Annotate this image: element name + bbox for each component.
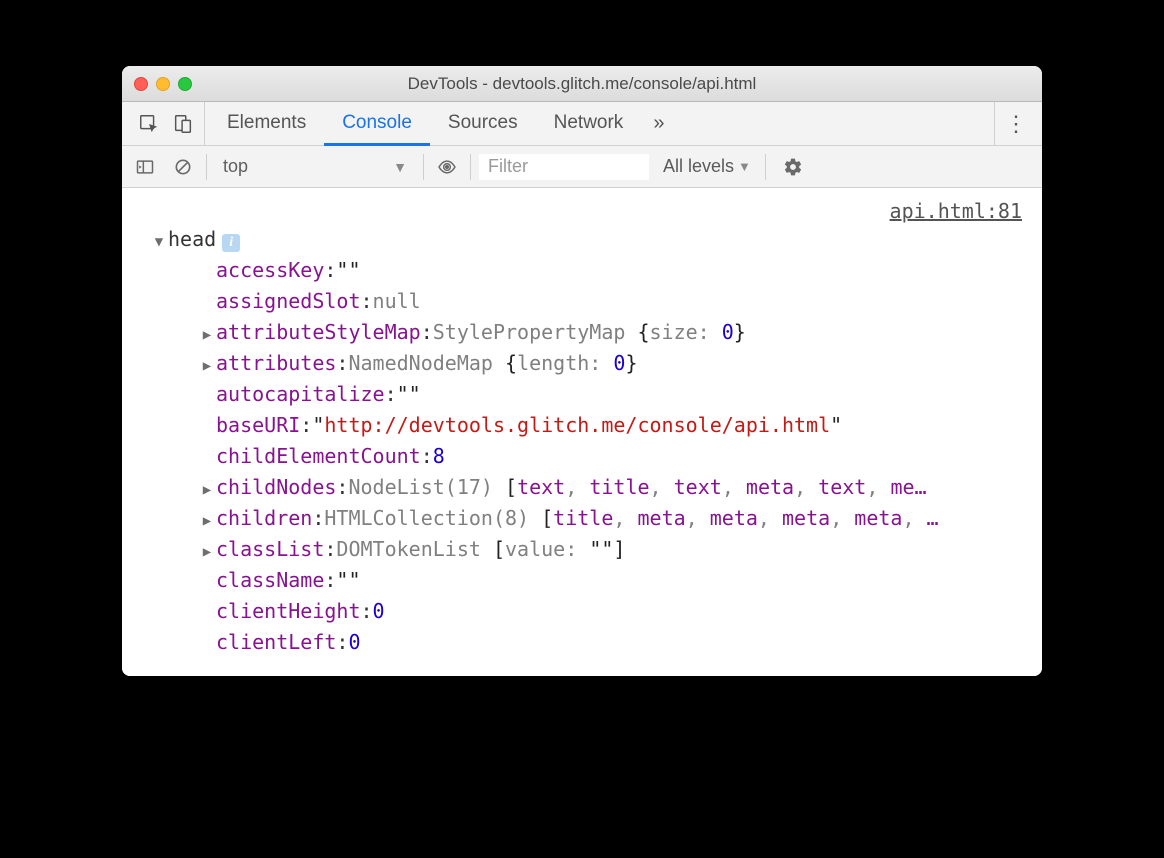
property-value: null <box>373 286 421 317</box>
property-value: NodeList(17) [text, title, text, meta, t… <box>348 472 926 503</box>
property-row: assignedSlot: null <box>152 286 1042 317</box>
traffic-lights <box>134 77 192 91</box>
property-key: assignedSlot <box>216 286 361 317</box>
object-root-row[interactable]: head i <box>152 224 1042 255</box>
clear-console-icon[interactable] <box>168 152 198 182</box>
property-row[interactable]: attributes: NamedNodeMap {length: 0} <box>152 348 1042 379</box>
minimize-window-button[interactable] <box>156 77 170 91</box>
console-settings-icon[interactable] <box>778 152 808 182</box>
property-value: 0 <box>348 627 360 658</box>
colon: : <box>300 410 312 441</box>
property-row: clientLeft: 0 <box>152 627 1042 658</box>
disclosure-triangle-closed-icon[interactable] <box>200 511 214 533</box>
colon: : <box>421 317 433 348</box>
levels-label: All levels <box>663 156 734 177</box>
log-levels-selector[interactable]: All levels ▼ <box>657 156 757 177</box>
filter-input[interactable] <box>479 154 649 180</box>
colon: : <box>324 534 336 565</box>
live-expression-icon[interactable] <box>432 152 462 182</box>
object-name: head <box>168 224 216 255</box>
disclosure-triangle-closed-icon[interactable] <box>200 480 214 502</box>
property-row[interactable]: attributeStyleMap: StylePropertyMap {siz… <box>152 317 1042 348</box>
source-link[interactable]: api.html:81 <box>890 196 1022 227</box>
property-key: childNodes <box>216 472 336 503</box>
panel-tabbar: Elements Console Sources Network » ⋮ <box>122 102 1042 146</box>
divider <box>206 154 207 180</box>
console-output: api.html:81 head i accessKey: ""assigned… <box>122 188 1042 676</box>
colon: : <box>421 441 433 472</box>
property-key: attributes <box>216 348 336 379</box>
tab-network[interactable]: Network <box>536 102 642 146</box>
divider <box>423 154 424 180</box>
colon: : <box>324 565 336 596</box>
titlebar: DevTools - devtools.glitch.me/console/ap… <box>122 66 1042 102</box>
colon: : <box>361 286 373 317</box>
property-value: HTMLCollection(8) [title, meta, meta, me… <box>324 503 938 534</box>
close-window-button[interactable] <box>134 77 148 91</box>
device-toolbar-icon[interactable] <box>166 102 200 146</box>
colon: : <box>361 596 373 627</box>
property-row: childElementCount: 8 <box>152 441 1042 472</box>
context-value: top <box>223 156 248 177</box>
disclosure-triangle-open-icon[interactable] <box>152 232 166 254</box>
property-value: 8 <box>433 441 445 472</box>
property-key: accessKey <box>216 255 324 286</box>
property-value: StylePropertyMap {size: 0} <box>433 317 746 348</box>
property-key: children <box>216 503 312 534</box>
disclosure-triangle-closed-icon[interactable] <box>200 542 214 564</box>
property-value: "" <box>397 379 421 410</box>
zoom-window-button[interactable] <box>178 77 192 91</box>
property-row: clientHeight: 0 <box>152 596 1042 627</box>
property-row[interactable]: children: HTMLCollection(8) [title, meta… <box>152 503 1042 534</box>
property-key: autocapitalize <box>216 379 385 410</box>
divider <box>470 154 471 180</box>
property-value: DOMTokenList [value: ""] <box>336 534 625 565</box>
console-toolbar: top ▼ All levels ▼ <box>122 146 1042 188</box>
tab-elements[interactable]: Elements <box>209 102 324 146</box>
logged-object: head i accessKey: ""assignedSlot: nullat… <box>122 196 1042 658</box>
devtools-window: DevTools - devtools.glitch.me/console/ap… <box>122 66 1042 676</box>
property-row: autocapitalize: "" <box>152 379 1042 410</box>
colon: : <box>324 255 336 286</box>
colon: : <box>385 379 397 410</box>
inspect-element-icon[interactable] <box>132 102 166 146</box>
tabs-overflow-button[interactable]: » <box>641 102 676 145</box>
property-row[interactable]: classList: DOMTokenList [value: ""] <box>152 534 1042 565</box>
property-key: clientHeight <box>216 596 361 627</box>
colon: : <box>312 503 324 534</box>
property-value: 0 <box>373 596 385 627</box>
tab-console[interactable]: Console <box>324 102 430 146</box>
tab-sources[interactable]: Sources <box>430 102 536 146</box>
property-row: baseURI: "http://devtools.glitch.me/cons… <box>152 410 1042 441</box>
property-row[interactable]: childNodes: NodeList(17) [text, title, t… <box>152 472 1042 503</box>
context-selector[interactable]: top ▼ <box>215 154 415 179</box>
colon: : <box>336 472 348 503</box>
property-key: className <box>216 565 324 596</box>
disclosure-triangle-closed-icon[interactable] <box>200 356 214 378</box>
property-list: accessKey: ""assignedSlot: nullattribute… <box>152 255 1042 658</box>
property-key: baseURI <box>216 410 300 441</box>
property-value: "" <box>336 255 360 286</box>
property-row: accessKey: "" <box>152 255 1042 286</box>
property-value: NamedNodeMap {length: 0} <box>348 348 637 379</box>
more-options-icon[interactable]: ⋮ <box>1005 111 1026 137</box>
colon: : <box>336 348 348 379</box>
info-badge-icon[interactable]: i <box>222 234 240 252</box>
property-key: clientLeft <box>216 627 336 658</box>
property-value: "http://devtools.glitch.me/console/api.h… <box>312 410 842 441</box>
colon: : <box>336 627 348 658</box>
property-key: childElementCount <box>216 441 421 472</box>
window-title: DevTools - devtools.glitch.me/console/ap… <box>122 74 1042 94</box>
property-key: attributeStyleMap <box>216 317 421 348</box>
toggle-sidebar-icon[interactable] <box>130 152 160 182</box>
property-value: "" <box>336 565 360 596</box>
disclosure-triangle-closed-icon[interactable] <box>200 325 214 347</box>
property-key: classList <box>216 534 324 565</box>
dropdown-arrow-icon: ▼ <box>738 159 751 174</box>
tabbar-right-tools: ⋮ <box>994 102 1036 145</box>
dropdown-arrow-icon: ▼ <box>393 159 407 175</box>
tabbar-left-tools <box>128 102 205 145</box>
divider <box>765 154 766 180</box>
property-row: className: "" <box>152 565 1042 596</box>
